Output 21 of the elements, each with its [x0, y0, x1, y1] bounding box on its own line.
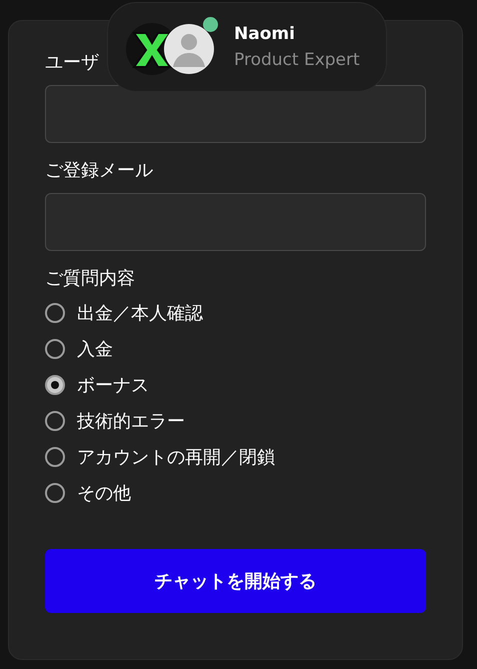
question-label: ご質問内容	[45, 267, 135, 291]
radio-button[interactable]	[45, 411, 65, 431]
radio-button[interactable]	[45, 303, 65, 323]
radio-option[interactable]: その他	[45, 475, 131, 511]
radio-button[interactable]	[45, 447, 65, 467]
input-field[interactable]	[45, 85, 426, 143]
avatar-icon	[164, 23, 214, 75]
radio-option[interactable]: 技術的エラー	[45, 403, 185, 439]
radio-option[interactable]: ボーナス	[45, 367, 149, 403]
radio-button[interactable]	[45, 483, 65, 503]
field-label: ユーザ	[45, 51, 99, 75]
input-field[interactable]	[45, 193, 426, 251]
radio-button[interactable]	[45, 339, 65, 359]
radio-option[interactable]: アカウントの再開／閉鎖	[45, 439, 275, 475]
agent-role: Product Expert	[234, 50, 360, 70]
agent-name: Naomi	[234, 24, 296, 44]
start-chat-button[interactable]: チャットを開始する	[45, 549, 426, 613]
field-label: ご登録メール	[45, 159, 153, 183]
radio-option[interactable]: 出金／本人確認	[45, 295, 203, 331]
radio-button[interactable]	[45, 375, 65, 395]
radio-option[interactable]: 入金	[45, 331, 113, 367]
